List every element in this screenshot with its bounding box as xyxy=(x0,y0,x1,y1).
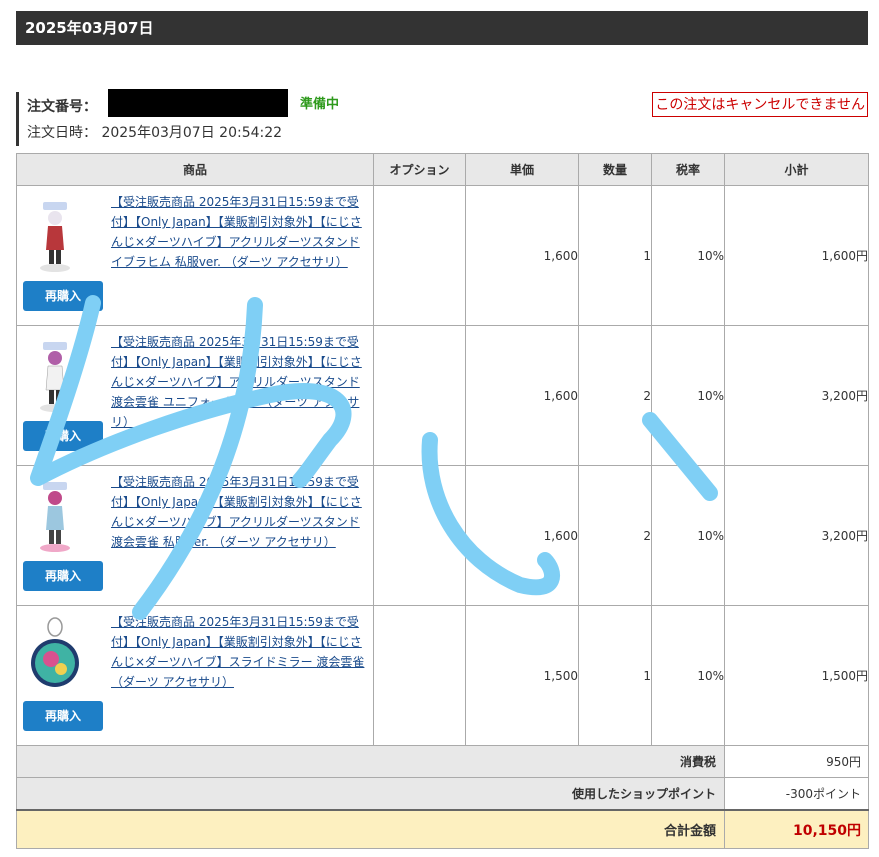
option-cell xyxy=(373,325,466,466)
option-cell xyxy=(373,605,466,746)
product-thumbnail[interactable] xyxy=(23,196,87,278)
unit-price-cell: 1,600 xyxy=(465,185,579,326)
order-date-value: 2025年03月07日 20:54:22 xyxy=(101,125,283,141)
order-header: 注文番号： 準備中 注文日時： 2025年03月07日 20:54:22 この注… xyxy=(16,89,868,146)
order-status-badge: 準備中 xyxy=(300,97,340,112)
quantity-cell: 1 xyxy=(578,185,652,326)
rebuy-button[interactable]: 再購入 xyxy=(23,561,103,591)
order-number-label: 注文番号： xyxy=(27,99,97,115)
quantity-cell: 2 xyxy=(578,325,652,466)
order-date-label: 注文日時： xyxy=(27,125,97,141)
col-header-quantity: 数量 xyxy=(578,153,652,186)
col-header-subtotal: 小計 xyxy=(724,153,869,186)
rebuy-button[interactable]: 再購入 xyxy=(23,281,103,311)
product-thumbnail[interactable] xyxy=(23,616,87,698)
total-label: 合計金額 xyxy=(16,809,725,849)
points-row: 使用したショップポイント -300ポイント xyxy=(16,777,869,811)
product-cell: 再購入 【受注販売商品 2025年3月31日15:59まで受付】【Only Ja… xyxy=(16,325,374,466)
tax-rate-cell: 10% xyxy=(651,325,725,466)
table-header-row: 商品 オプション 単価 数量 税率 小計 xyxy=(16,153,869,186)
product-cell: 再購入 【受注販売商品 2025年3月31日15:59まで受付】【Only Ja… xyxy=(16,605,374,746)
tax-rate-cell: 10% xyxy=(651,185,725,326)
tax-summary-row: 消費税 950円 xyxy=(16,745,869,778)
table-row: 再購入 【受注販売商品 2025年3月31日15:59まで受付】【Only Ja… xyxy=(16,465,869,606)
subtotal-cell: 3,200円 xyxy=(724,325,869,466)
quantity-cell: 1 xyxy=(578,605,652,746)
quantity-cell: 2 xyxy=(578,465,652,606)
tax-rate-cell: 10% xyxy=(651,465,725,606)
col-header-product: 商品 xyxy=(16,153,374,186)
product-link[interactable]: 【受注販売商品 2025年3月31日15:59まで受付】【Only Japan】… xyxy=(111,612,367,692)
table-row: 再購入 【受注販売商品 2025年3月31日15:59まで受付】【Only Ja… xyxy=(16,605,869,746)
col-header-tax-rate: 税率 xyxy=(651,153,725,186)
product-cell: 再購入 【受注販売商品 2025年3月31日15:59まで受付】【Only Ja… xyxy=(16,465,374,606)
product-cell: 再購入 【受注販売商品 2025年3月31日15:59まで受付】【Only Ja… xyxy=(16,185,374,326)
points-value: -300ポイント xyxy=(724,777,869,811)
product-thumbnail[interactable] xyxy=(23,336,87,418)
rebuy-button[interactable]: 再購入 xyxy=(23,701,103,731)
col-header-unit-price: 単価 xyxy=(465,153,579,186)
product-thumbnail[interactable] xyxy=(23,476,87,558)
product-link[interactable]: 【受注販売商品 2025年3月31日15:59まで受付】【Only Japan】… xyxy=(111,472,367,552)
option-cell xyxy=(373,185,466,326)
rebuy-button[interactable]: 再購入 xyxy=(23,421,103,451)
tax-summary-value: 950円 xyxy=(724,745,869,778)
order-date: 注文日時： 2025年03月07日 20:54:22 xyxy=(27,122,282,142)
product-link[interactable]: 【受注販売商品 2025年3月31日15:59まで受付】【Only Japan】… xyxy=(111,332,367,432)
date-header: 2025年03月07日 xyxy=(16,11,868,45)
order-header-accent xyxy=(16,92,19,146)
table-row: 再購入 【受注販売商品 2025年3月31日15:59まで受付】【Only Ja… xyxy=(16,185,869,326)
subtotal-cell: 1,500円 xyxy=(724,605,869,746)
unit-price-cell: 1,600 xyxy=(465,325,579,466)
subtotal-cell: 1,600円 xyxy=(724,185,869,326)
unit-price-cell: 1,600 xyxy=(465,465,579,606)
order-number-redacted xyxy=(108,89,288,117)
cancel-notice: この注文はキャンセルできません xyxy=(652,92,868,117)
col-header-option: オプション xyxy=(373,153,466,186)
tax-summary-label: 消費税 xyxy=(16,745,725,778)
option-cell xyxy=(373,465,466,606)
acrylic-stand-icon xyxy=(40,342,70,412)
points-label: 使用したショップポイント xyxy=(16,777,725,811)
slide-mirror-icon xyxy=(31,617,79,687)
order-items-table: 商品 オプション 単価 数量 税率 小計 再購入 【受注販売商品 2025年3月… xyxy=(16,153,869,849)
unit-price-cell: 1,500 xyxy=(465,605,579,746)
total-value: 10,150円 xyxy=(724,809,869,849)
acrylic-stand-icon xyxy=(40,482,70,552)
total-row: 合計金額 10,150円 xyxy=(16,809,869,849)
subtotal-cell: 3,200円 xyxy=(724,465,869,606)
table-row: 再購入 【受注販売商品 2025年3月31日15:59まで受付】【Only Ja… xyxy=(16,325,869,466)
acrylic-stand-icon xyxy=(40,202,70,272)
product-link[interactable]: 【受注販売商品 2025年3月31日15:59まで受付】【Only Japan】… xyxy=(111,192,367,272)
tax-rate-cell: 10% xyxy=(651,605,725,746)
